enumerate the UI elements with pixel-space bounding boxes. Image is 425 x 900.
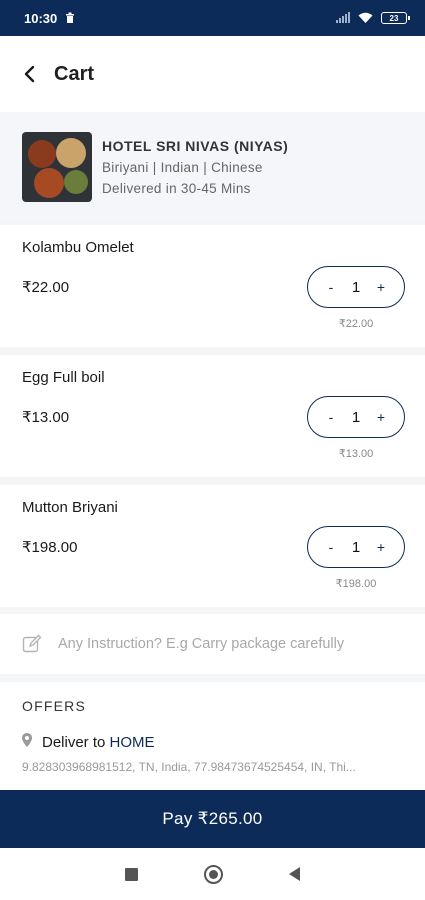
quantity-stepper: - 1 + [307, 526, 405, 568]
battery-level: 23 [389, 13, 399, 23]
instruction-input[interactable] [58, 636, 398, 652]
location-pin-icon [22, 733, 32, 751]
increment-button[interactable]: + [374, 539, 388, 555]
nav-home-icon[interactable] [204, 864, 223, 884]
status-bar: 10:30 23 [0, 0, 425, 36]
instruction-row [0, 614, 425, 674]
hotel-image [22, 132, 92, 202]
hotel-card: HOTEL SRI NIVAS (NIYAS) Biriyani | India… [0, 112, 425, 222]
increment-button[interactable]: + [374, 409, 388, 425]
hotel-name: HOTEL SRI NIVAS (NIYAS) [102, 138, 289, 154]
signal-icon [336, 11, 350, 26]
cart-item: Egg Full boil ₹13.00 - 1 + ₹13.00 [0, 355, 425, 477]
item-price: ₹22.00 [22, 279, 70, 296]
page-title: Cart [54, 62, 95, 85]
cart-item: Kolambu Omelet ₹22.00 - 1 + ₹22.00 [0, 225, 425, 347]
header: Cart [0, 36, 425, 112]
battery-icon: 23 [381, 12, 410, 24]
status-right: 23 [336, 11, 410, 26]
hotel-delivery-time: Delivered in 30-45 Mins [102, 181, 251, 196]
increment-button[interactable]: + [374, 279, 388, 295]
decrement-button[interactable]: - [324, 279, 338, 295]
hotel-info: HOTEL SRI NIVAS (NIYAS) Biriyani | India… [102, 138, 288, 196]
deliver-to-row[interactable]: Deliver to HOME [22, 733, 155, 751]
offers-title: OFFERS [22, 698, 86, 714]
edit-icon [22, 634, 42, 654]
nav-back-icon[interactable] [289, 867, 300, 881]
item-name: Kolambu Omelet [22, 239, 134, 256]
item-total: ₹22.00 [338, 318, 374, 330]
decrement-button[interactable]: - [324, 409, 338, 425]
item-price: ₹198.00 [22, 539, 78, 556]
item-price: ₹13.00 [22, 409, 70, 426]
quantity-value: 1 [351, 538, 361, 556]
deliver-label: Deliver to [42, 733, 106, 751]
item-name: Mutton Briyani [22, 499, 118, 516]
system-nav-bar [0, 848, 425, 900]
status-time: 10:30 [24, 10, 58, 26]
item-total: ₹198.00 [335, 578, 377, 590]
offers-section: OFFERS Deliver to HOME 9.828303968981512… [0, 682, 425, 790]
item-name: Egg Full boil [22, 369, 105, 386]
decrement-button[interactable]: - [324, 539, 338, 555]
hotel-cuisines: Biriyani | Indian | Chinese [102, 160, 263, 175]
delivery-address: 9.828303968981512, TN, India, 77.9847367… [22, 760, 356, 774]
status-left: 10:30 [24, 11, 75, 26]
pay-button[interactable]: Pay ₹265.00 [0, 790, 425, 848]
nav-square-icon[interactable] [125, 867, 138, 881]
trash-icon [65, 11, 75, 26]
quantity-value: 1 [351, 278, 361, 296]
cart-item: Mutton Briyani ₹198.00 - 1 + ₹198.00 [0, 485, 425, 607]
quantity-stepper: - 1 + [307, 266, 405, 308]
wifi-icon [358, 11, 373, 26]
item-total: ₹13.00 [338, 448, 374, 460]
quantity-stepper: - 1 + [307, 396, 405, 438]
deliver-target: HOME [109, 733, 155, 751]
quantity-value: 1 [351, 408, 361, 426]
back-arrow-icon[interactable] [18, 63, 40, 85]
